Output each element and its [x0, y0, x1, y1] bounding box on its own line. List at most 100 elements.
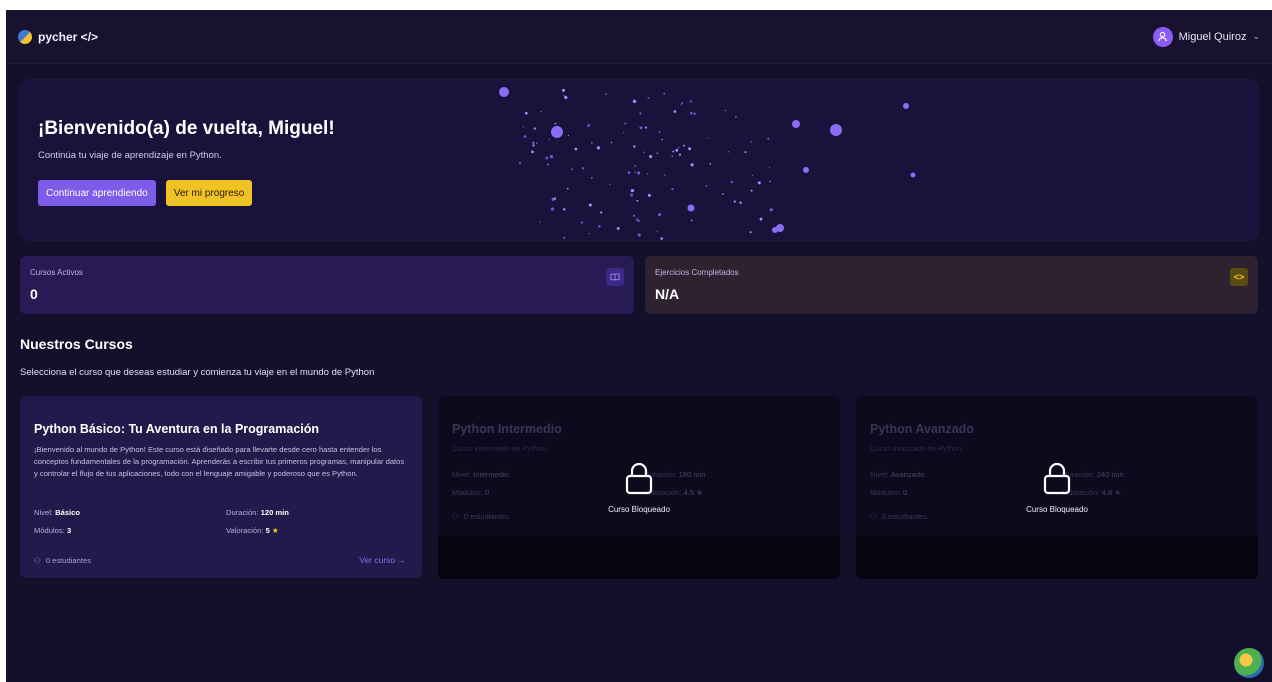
particle — [663, 174, 666, 176]
particle — [682, 144, 685, 147]
course-card-python-intermedio: Python Intermedio Curso intermedio de Py… — [438, 396, 840, 579]
particle — [757, 181, 761, 185]
particle — [499, 87, 509, 97]
particle — [677, 146, 680, 149]
particle — [656, 152, 659, 154]
particle — [605, 93, 607, 95]
card-footer — [438, 536, 840, 579]
particle — [647, 96, 650, 99]
particle — [630, 193, 633, 197]
particle — [661, 138, 663, 141]
particle — [532, 141, 535, 144]
particle — [903, 103, 909, 109]
user-icon — [1152, 26, 1173, 47]
courses-section-subtitle: Selecciona el curso que deseas estudiar … — [20, 367, 375, 378]
users-icon: ⚇ — [870, 512, 877, 521]
particle — [644, 126, 648, 129]
particle — [690, 219, 693, 222]
particle — [581, 167, 585, 170]
course-title: Python Intermedio — [452, 422, 562, 436]
particle — [709, 162, 712, 165]
view-progress-button[interactable]: Ver mi progreso — [165, 180, 253, 206]
star-icon: ★ — [271, 526, 279, 535]
particle — [553, 197, 557, 200]
particle — [687, 204, 695, 212]
particle — [535, 142, 538, 145]
particle — [730, 180, 733, 184]
course-students: ⚇ 0 estudiantes — [34, 556, 91, 565]
python-logo-icon — [18, 29, 32, 44]
particle — [636, 199, 639, 202]
particle — [549, 154, 554, 159]
particle — [563, 236, 566, 239]
particle — [633, 145, 636, 148]
particle — [769, 180, 771, 183]
particle — [728, 151, 730, 153]
particle — [671, 187, 674, 191]
particle — [588, 232, 590, 235]
lock-overlay: Curso Bloqueado — [584, 462, 694, 514]
particle — [749, 231, 752, 234]
course-subtitle: Curso intermedio de Python — [452, 444, 547, 453]
course-level: Nivel: Avanzado — [870, 470, 925, 479]
course-title: Python Avanzado — [870, 422, 974, 436]
welcome-title: ¡Bienvenido(a) de vuelta, Miguel! — [38, 118, 335, 139]
particle — [600, 211, 603, 214]
course-modules: Módulos: 0 — [452, 488, 490, 497]
particle — [548, 138, 551, 140]
course-level: Nivel: Intermedio — [452, 470, 510, 479]
brand-logo-link[interactable]: pycher </> — [18, 29, 98, 44]
chevron-down-icon: ⌄ — [1252, 31, 1260, 41]
top-navbar: pycher </> Miguel Quiroz ⌄ — [6, 10, 1272, 64]
particle — [622, 132, 625, 134]
particle — [721, 193, 724, 195]
course-students: ⚇ 0 estudiantes — [452, 512, 509, 521]
welcome-subtitle: Continúa tu viaje de aprendizaje en Pyth… — [38, 150, 222, 161]
floating-help-button[interactable] — [1234, 648, 1264, 678]
particle — [689, 100, 693, 103]
card-footer — [856, 536, 1258, 579]
particle — [610, 141, 613, 144]
continue-learning-button[interactable]: Continuar aprendiendo — [38, 180, 156, 206]
particle — [768, 166, 771, 168]
particle — [647, 193, 651, 197]
particle — [532, 144, 535, 147]
particle — [540, 110, 542, 113]
particle — [566, 187, 569, 190]
particle — [690, 163, 694, 167]
particle — [609, 183, 611, 186]
courses-section-title: Nuestros Cursos — [20, 336, 133, 352]
particle — [634, 171, 636, 174]
particle — [689, 111, 693, 115]
view-course-link[interactable]: Ver curso → — [359, 555, 406, 565]
particle — [693, 112, 696, 115]
particle — [630, 188, 635, 193]
course-level: Nivel: Básico — [34, 508, 81, 517]
user-name: Miguel Quiroz — [1178, 30, 1247, 43]
particle — [598, 224, 601, 228]
users-icon: ⚇ — [452, 512, 459, 521]
particle — [643, 151, 645, 153]
welcome-banner: ¡Bienvenido(a) de vuelta, Miguel! Contin… — [20, 80, 1258, 240]
particle — [733, 200, 736, 203]
lock-overlay: Curso Bloqueado — [1002, 462, 1112, 514]
stat-card-completed-exercises: Ejercicios Completados N/A <> — [645, 256, 1258, 314]
particle — [649, 155, 653, 159]
particle — [561, 88, 566, 92]
particle — [531, 150, 534, 154]
particle — [803, 167, 809, 173]
lock-icon — [625, 462, 653, 495]
course-subtitle: Curso avanzado de Python — [870, 444, 962, 453]
stat-label: Cursos Activos — [30, 268, 83, 277]
particle — [574, 147, 578, 151]
user-menu[interactable]: Miguel Quiroz ⌄ — [1152, 26, 1260, 47]
course-duration: Duración: 120 min — [226, 508, 289, 517]
particle — [616, 226, 620, 230]
particle — [744, 151, 747, 154]
course-rating: Valoración: 5 ★ — [226, 526, 279, 535]
particle — [639, 126, 643, 130]
particle — [596, 146, 601, 150]
course-card-python-basico[interactable]: Python Básico: Tu Aventura en la Program… — [20, 396, 422, 578]
particle — [590, 141, 593, 144]
lock-icon — [1043, 462, 1071, 495]
